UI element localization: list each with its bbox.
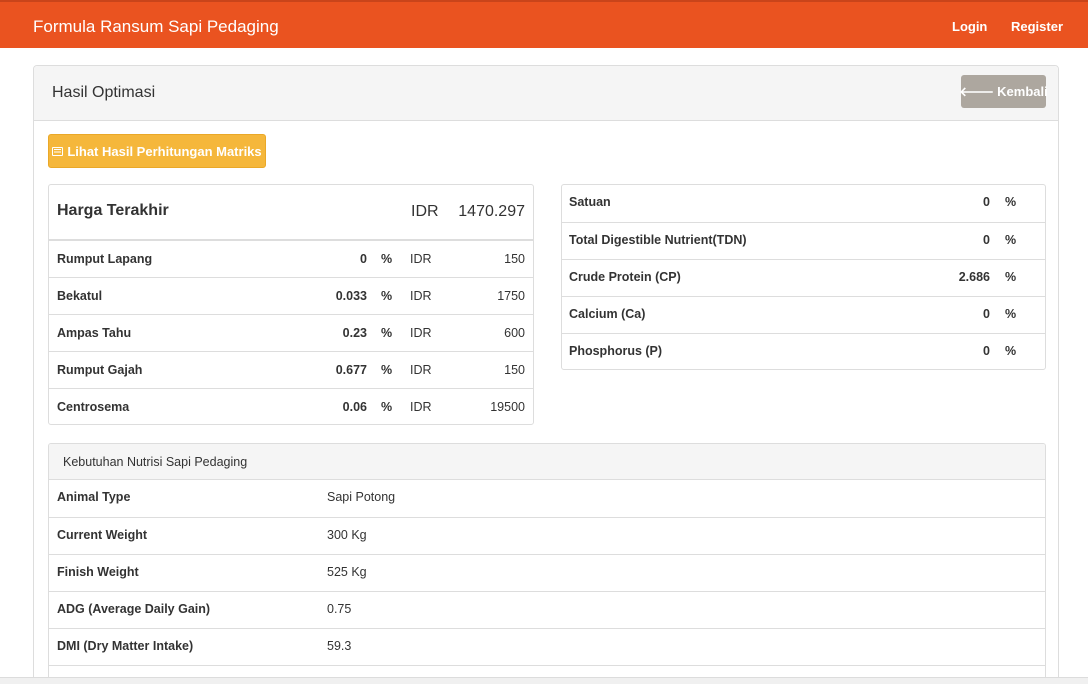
requirement-label: ADG (Average Daily Gain) (57, 602, 211, 616)
table-row: Bekatul 0.033 % IDR 1750 (49, 277, 533, 314)
ingredient-percent: 0.06 (342, 400, 367, 414)
percent-unit: % (381, 252, 393, 266)
nutrient-value: 0 (983, 233, 990, 247)
nutrient-value: 0 (983, 344, 990, 358)
requirement-label: Animal Type (57, 490, 131, 504)
requirement-value: 59.3 (327, 639, 352, 653)
cost-header: Harga Terakhir IDR 1470.297 (49, 185, 533, 240)
ingredient-name: Ampas Tahu (57, 326, 132, 340)
requirements-panel: Kebutuhan Nutrisi Sapi Pedaging Animal T… (48, 443, 1046, 684)
brand-title[interactable]: Formula Ransum Sapi Pedaging (33, 17, 279, 37)
list-icon (52, 146, 64, 156)
table-row: DMI (Dry Matter Intake) 59.3 (49, 628, 1045, 665)
nutrient-name: Total Digestible Nutrient(TDN) (569, 233, 747, 247)
cost-total: 1470.297 (458, 203, 525, 220)
nutrient-unit: % (1005, 233, 1017, 247)
cost-currency: IDR (411, 203, 439, 220)
cost-title: Harga Terakhir (57, 202, 169, 219)
ingredient-name: Centrosema (57, 400, 130, 414)
view-matrix-button[interactable]: Lihat Hasil Perhitungan Matriks (48, 134, 266, 168)
percent-unit: % (381, 363, 393, 377)
ingredient-percent: 0.033 (335, 289, 367, 303)
back-button-label: Kembali (997, 84, 1048, 99)
page-title: Hasil Optimasi (52, 84, 156, 101)
requirement-value: 0.75 (327, 602, 352, 616)
arrow-left-icon: 🡐 (959, 83, 995, 99)
table-row: Ampas Tahu 0.23 % IDR 600 (49, 314, 533, 351)
register-link[interactable]: Register (1011, 19, 1063, 34)
ingredient-currency: IDR (410, 363, 432, 377)
top-navbar: Formula Ransum Sapi Pedaging Login Regis… (0, 0, 1088, 48)
table-row: Satuan 0 % (562, 185, 1045, 222)
table-row: Current Weight 300 Kg (49, 517, 1045, 554)
ingredient-name: Rumput Lapang (57, 252, 153, 266)
nutrient-unit: % (1005, 307, 1017, 321)
table-row: Total Digestible Nutrient(TDN) 0 % (562, 222, 1045, 259)
table-row: Rumput Lapang 0 % IDR 150 (49, 240, 533, 277)
back-button[interactable]: 🡐 Kembali (959, 75, 1048, 108)
table-row: ADG (Average Daily Gain) 0.75 (49, 591, 1045, 628)
requirement-label: DMI (Dry Matter Intake) (57, 639, 194, 653)
percent-unit: % (381, 400, 393, 414)
table-row: Calcium (Ca) 0 % (562, 296, 1045, 333)
table-row: Crude Protein (CP) 2.686 % (562, 259, 1045, 296)
ingredient-percent: 0.23 (342, 326, 367, 340)
requirements-heading: Kebutuhan Nutrisi Sapi Pedaging (49, 444, 1045, 480)
ingredient-currency: IDR (410, 289, 432, 303)
ingredient-currency: IDR (410, 252, 432, 266)
requirement-value: 300 Kg (327, 528, 367, 542)
login-link[interactable]: Login (952, 19, 987, 34)
percent-unit: % (381, 289, 393, 303)
ingredient-name: Rumput Gajah (57, 363, 143, 377)
ingredient-price: 150 (504, 363, 525, 377)
table-row: Finish Weight 525 Kg (49, 554, 1045, 591)
requirement-value: 525 Kg (327, 565, 367, 579)
table-row: Rumput Gajah 0.677 % IDR 150 (49, 351, 533, 388)
cost-table: Harga Terakhir IDR 1470.297 Rumput Lapan… (48, 184, 534, 425)
requirement-label: Current Weight (57, 528, 148, 542)
ingredient-price: 600 (504, 326, 525, 340)
requirements-title: Kebutuhan Nutrisi Sapi Pedaging (63, 455, 248, 469)
nutrient-value: 0 (983, 307, 990, 321)
nutrient-name: Satuan (569, 195, 611, 209)
nutrient-value: 0 (983, 195, 990, 209)
percent-unit: % (381, 326, 393, 340)
nutrient-name: Calcium (Ca) (569, 307, 646, 321)
panel-heading: Hasil Optimasi 🡐 Kembali (34, 66, 1058, 121)
requirement-value: Sapi Potong (327, 490, 396, 504)
view-matrix-label: Lihat Hasil Perhitungan Matriks (67, 143, 262, 159)
ingredient-currency: IDR (410, 326, 432, 340)
ingredient-price: 150 (504, 252, 525, 266)
nutrient-name: Crude Protein (CP) (569, 270, 681, 284)
optimization-panel: Hasil Optimasi 🡐 Kembali Lihat Hasil Per… (33, 65, 1059, 684)
ingredient-name: Bekatul (57, 289, 103, 303)
table-row: Animal Type Sapi Potong (49, 480, 1045, 517)
nutrient-unit: % (1005, 344, 1017, 358)
nutrient-unit: % (1005, 270, 1017, 284)
table-row: Phosphorus (P) 0 % (562, 333, 1045, 370)
ingredient-price: 19500 (490, 400, 525, 414)
horizontal-scrollbar[interactable] (0, 677, 1088, 684)
nutrient-table: Satuan 0 % Total Digestible Nutrient(TDN… (561, 184, 1046, 370)
table-row: Centrosema 0.06 % IDR 19500 (49, 388, 533, 425)
nutrient-value: 2.686 (958, 270, 990, 284)
nutrient-unit: % (1005, 195, 1017, 209)
ingredient-percent: 0.677 (335, 363, 367, 377)
requirement-label: Finish Weight (57, 565, 139, 579)
ingredient-price: 1750 (497, 289, 525, 303)
ingredient-currency: IDR (410, 400, 432, 414)
nutrient-name: Phosphorus (P) (569, 344, 663, 358)
ingredient-percent: 0 (360, 252, 367, 266)
